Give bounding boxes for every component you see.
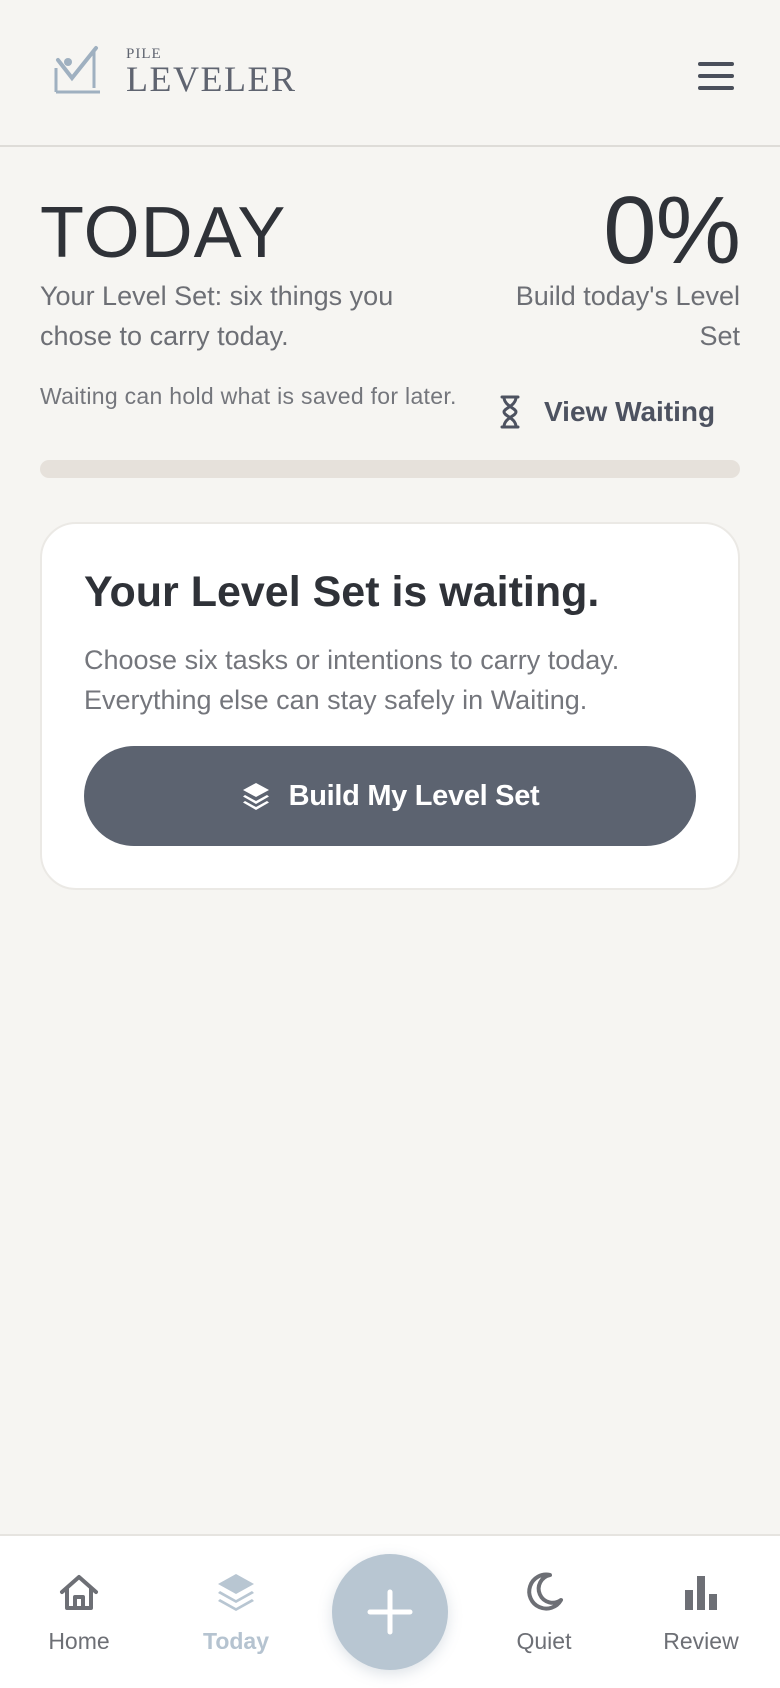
layers-icon [242, 783, 269, 810]
home-icon [60, 1575, 98, 1610]
nav-label-home: Home [48, 1628, 110, 1654]
card-title: Your Level Set is waiting. [84, 568, 600, 616]
view-waiting-button[interactable]: View Waiting [496, 392, 715, 432]
build-level-set-button[interactable]: Build My Level Set [84, 746, 696, 846]
logo-wordmark: LEVELER [126, 59, 297, 99]
nav-label-today: Today [202, 1628, 270, 1654]
nav-item-today[interactable]: Today [176, 1570, 296, 1670]
app-root: PILE LEVELER TODAY Your Level Set: six t… [0, 0, 780, 1688]
build-level-set-label: Build My Level Set [288, 779, 540, 812]
add-button[interactable] [332, 1554, 448, 1670]
plus-icon [367, 1589, 413, 1635]
level-set-progress-bar [40, 460, 740, 478]
hourglass-icon [500, 395, 520, 429]
page-title: TODAY [40, 193, 287, 273]
checkmark-pile-icon [54, 46, 100, 94]
nav-label-review: Review [663, 1628, 739, 1654]
nav-item-quiet[interactable]: Quiet [484, 1570, 604, 1670]
waiting-note: Waiting can hold what is saved for later… [40, 383, 457, 409]
layers-icon [218, 1574, 254, 1611]
card-body: Choose six tasks or intentions to carry … [84, 645, 620, 715]
nav-label-quiet: Quiet [516, 1628, 572, 1654]
app-header: PILE LEVELER [0, 0, 780, 147]
view-waiting-label: View Waiting [544, 396, 716, 427]
moon-icon [527, 1572, 563, 1611]
hamburger-menu-icon[interactable] [690, 56, 742, 96]
level-set-empty-card: Your Level Set is waiting. Choose six ta… [40, 522, 740, 890]
nav-item-home[interactable]: Home [19, 1570, 139, 1670]
nav-item-review[interactable]: Review [641, 1570, 761, 1670]
bar-chart-icon [685, 1576, 717, 1610]
progress-percent: 0% [603, 177, 741, 284]
today-subtitle: Your Level Set: six things you chose to … [40, 281, 394, 351]
app-logo[interactable]: PILE LEVELER [52, 44, 312, 104]
progress-caption: Build today's Level Set [515, 281, 740, 351]
